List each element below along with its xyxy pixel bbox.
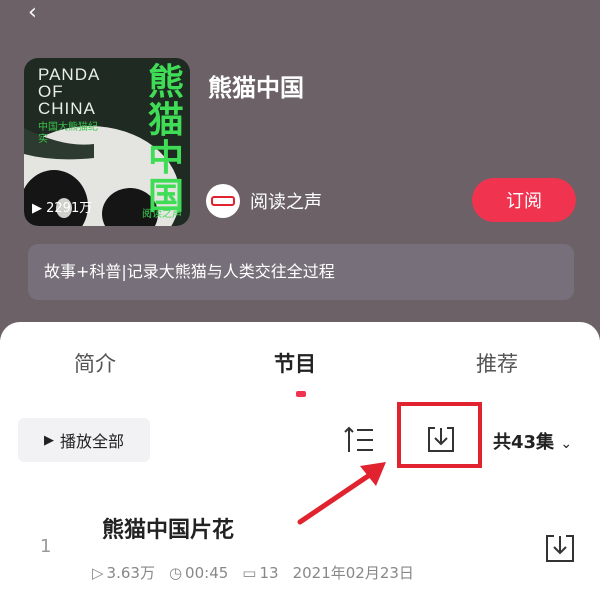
chevron-down-icon: ⌄ xyxy=(560,436,573,452)
plays-meta: ▷ 3.63万 xyxy=(92,563,155,583)
tab-indicator xyxy=(296,391,306,397)
episode-date: 2021年02月23日 xyxy=(292,564,414,582)
publisher-logo-icon xyxy=(211,196,235,206)
clock-icon: ◷ xyxy=(168,563,183,582)
album-title: 熊猫中国 xyxy=(208,74,304,102)
play-all-label: 播放全部 xyxy=(59,432,124,451)
back-icon[interactable]: ‹ xyxy=(28,2,37,24)
play-outline-icon: ▷ xyxy=(92,563,104,582)
play-icon: ▶ xyxy=(43,432,54,448)
album-cover[interactable]: PANDA OF CHINA 熊猫中国 中国大熊猫纪实 ▶ 2291万 阅读之声 xyxy=(24,58,190,226)
album-header: ‹ PANDA OF CHINA 熊猫中国 中国大熊猫纪实 ▶ 2291万 阅读… xyxy=(0,0,600,340)
episode-download-icon[interactable] xyxy=(544,532,576,564)
episode-count-dropdown[interactable]: 共43集 ⌄ xyxy=(493,428,572,454)
play-all-button[interactable]: ▶ 播放全部 xyxy=(18,418,150,462)
subscribe-button[interactable]: 订阅 xyxy=(472,178,576,222)
comments-meta: ▭ 13 xyxy=(242,563,279,582)
download-all-icon[interactable] xyxy=(426,424,456,454)
tab-intro[interactable]: 简介 xyxy=(74,348,116,378)
cover-title-zh: 熊猫中国 xyxy=(148,62,185,217)
episode-index: 1 xyxy=(40,536,52,557)
tab-programs[interactable]: 节目 xyxy=(274,348,316,378)
publisher-name[interactable]: 阅读之声 xyxy=(250,188,322,214)
publisher-avatar[interactable] xyxy=(206,184,240,218)
album-description[interactable]: 故事+科普|记录大熊猫与人类交往全过程 xyxy=(28,244,574,300)
cover-brand: 阅读之声 xyxy=(142,209,182,220)
tab-recommend[interactable]: 推荐 xyxy=(476,348,518,378)
episode-title[interactable]: 熊猫中国片花 xyxy=(102,512,234,544)
pointer-arrow-icon xyxy=(297,462,386,525)
play-count: ▶ 2291万 xyxy=(32,201,93,216)
episode-meta: ▷ 3.63万 ◷ 00:45 ▭ 13 2021年02月23日 xyxy=(92,562,414,583)
duration-meta: ◷ 00:45 xyxy=(168,563,229,582)
comment-icon: ▭ xyxy=(242,563,257,582)
cover-title-en: PANDA OF CHINA xyxy=(38,65,101,118)
cover-subtitle: 中国大熊猫纪实 xyxy=(38,122,98,145)
